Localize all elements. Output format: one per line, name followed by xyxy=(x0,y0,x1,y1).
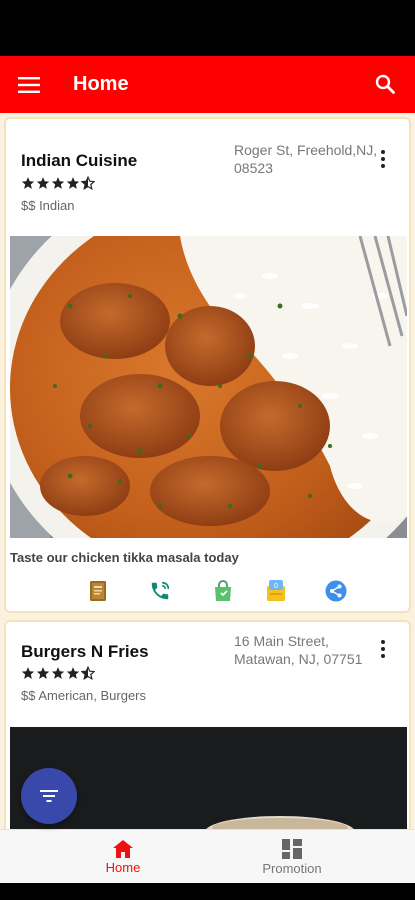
call-button[interactable] xyxy=(146,577,174,605)
search-icon xyxy=(375,74,395,94)
restaurant-address: Roger St, Freehold,NJ, 08523 xyxy=(234,142,378,176)
star-icon xyxy=(51,667,65,679)
restaurant-category: $$ Indian xyxy=(21,198,75,213)
grid-icon xyxy=(282,838,302,859)
restaurant-category: $$ American, Burgers xyxy=(21,688,147,703)
status-bar xyxy=(0,0,415,56)
menu-book-icon xyxy=(90,581,106,601)
menu-button[interactable] xyxy=(84,577,112,605)
share-icon xyxy=(325,580,347,602)
promo-tagline: Taste our chicken tikka masala today xyxy=(10,550,239,565)
more-options-button[interactable] xyxy=(373,149,393,169)
star-icon xyxy=(66,177,80,189)
phone-call-icon xyxy=(151,581,170,600)
star-icon xyxy=(51,177,65,189)
menu-button[interactable] xyxy=(0,56,58,113)
rating-stars xyxy=(21,176,95,194)
filter-icon xyxy=(40,790,58,802)
rating-stars xyxy=(21,666,95,684)
coupon-button[interactable]: 0 xyxy=(262,577,290,605)
more-options-button[interactable] xyxy=(373,639,393,659)
star-half-icon xyxy=(81,176,95,190)
page-title: Home xyxy=(73,73,129,95)
system-nav-bar xyxy=(0,883,415,900)
shopping-bag-icon xyxy=(215,580,231,601)
search-button[interactable] xyxy=(363,62,407,106)
star-icon xyxy=(36,177,50,189)
star-icon xyxy=(21,667,35,679)
home-icon xyxy=(113,839,133,858)
nav-promotion[interactable]: Promotion xyxy=(232,830,352,884)
star-half-icon xyxy=(81,666,95,680)
action-row: 0 xyxy=(6,577,409,605)
restaurant-name: Indian Cuisine xyxy=(21,151,138,170)
share-button[interactable] xyxy=(322,577,350,605)
nav-home[interactable]: Home xyxy=(63,830,183,884)
app-bar: Home xyxy=(0,56,415,113)
restaurant-name: Burgers N Fries xyxy=(21,642,149,661)
nav-label: Promotion xyxy=(262,860,322,876)
order-button[interactable] xyxy=(209,577,237,605)
svg-text:0: 0 xyxy=(274,583,278,590)
restaurant-address: 16 Main Street, Matawan, NJ, 07751 xyxy=(234,633,363,667)
bottom-navigation: Home Promotion xyxy=(0,829,415,883)
restaurant-card[interactable]: Indian Cuisine $$ Indian Roger St, Freeh… xyxy=(4,117,411,613)
star-icon xyxy=(21,177,35,189)
chicken-tikka-masala-image xyxy=(10,236,407,538)
hamburger-menu-icon xyxy=(18,76,40,93)
food-image[interactable] xyxy=(10,236,407,538)
star-icon xyxy=(36,667,50,679)
star-icon xyxy=(66,667,80,679)
coupon-icon: 0 xyxy=(267,580,285,601)
restaurant-list[interactable]: Indian Cuisine $$ Indian Roger St, Freeh… xyxy=(0,113,415,829)
nav-label: Home xyxy=(105,859,141,875)
filter-button[interactable] xyxy=(21,768,77,824)
